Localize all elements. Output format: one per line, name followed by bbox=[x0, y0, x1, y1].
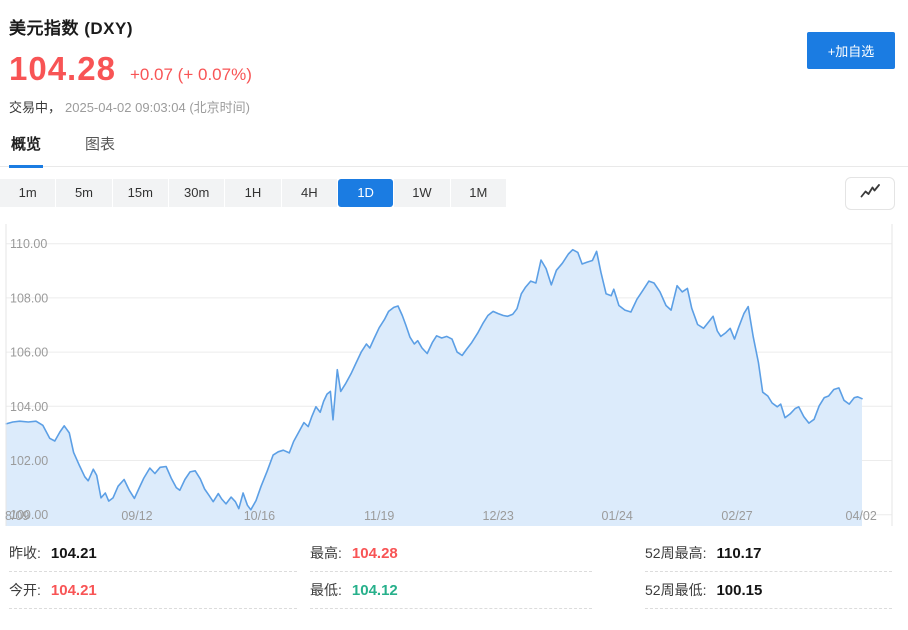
stats-column-1: 昨收: 104.21 今开: 104.21 bbox=[9, 535, 297, 609]
view-tabs: 概览 图表 bbox=[0, 133, 908, 167]
stat-value: 100.15 bbox=[716, 582, 762, 599]
svg-text:02/27: 02/27 bbox=[721, 509, 752, 523]
timeframe-1m-month[interactable]: 1M bbox=[451, 179, 506, 207]
stat-prev-close: 昨收: 104.21 bbox=[9, 535, 297, 572]
tab-overview[interactable]: 概览 bbox=[9, 133, 43, 168]
add-watchlist-button[interactable]: +加自选 bbox=[807, 32, 895, 69]
timeframe-1d[interactable]: 1D bbox=[338, 179, 393, 207]
stat-52w-high: 52周最高: 110.17 bbox=[645, 535, 892, 572]
price-change: +0.07 (+ 0.07%) bbox=[130, 65, 252, 85]
dxy-area-chart[interactable]: 110.00108.00106.00104.00102.00100.008/09… bbox=[0, 224, 894, 526]
svg-text:102.00: 102.00 bbox=[10, 454, 48, 468]
timeframe-4h[interactable]: 4H bbox=[282, 179, 337, 207]
timeframe-1m[interactable]: 1m bbox=[0, 179, 55, 207]
svg-text:8/09: 8/09 bbox=[5, 509, 29, 523]
stat-value: 104.28 bbox=[352, 545, 398, 562]
stat-value: 104.12 bbox=[352, 582, 398, 599]
stats-column-3: 52周最高: 110.17 52周最低: 100.15 bbox=[645, 535, 892, 609]
stat-label: 52周最高: bbox=[645, 543, 706, 563]
timeframe-5m[interactable]: 5m bbox=[56, 179, 111, 207]
stat-label: 最高: bbox=[310, 543, 342, 563]
stat-value: 104.21 bbox=[51, 545, 97, 562]
trading-status: 交易中， bbox=[9, 100, 61, 115]
stat-value: 104.21 bbox=[51, 582, 97, 599]
timeframe-1h[interactable]: 1H bbox=[225, 179, 280, 207]
svg-text:09/12: 09/12 bbox=[121, 509, 152, 523]
stat-high: 最高: 104.28 bbox=[310, 535, 592, 572]
stat-open: 今开: 104.21 bbox=[9, 572, 297, 609]
quote-timestamp: 2025-04-02 09:03:04 (北京时间) bbox=[65, 100, 250, 115]
stat-label: 最低: bbox=[310, 580, 342, 600]
timeframe-row: 1m 5m 15m 30m 1H 4H 1D 1W 1M bbox=[0, 179, 908, 207]
svg-text:11/19: 11/19 bbox=[364, 509, 394, 523]
last-price: 104.28 bbox=[9, 50, 116, 88]
timeframe-1w[interactable]: 1W bbox=[394, 179, 449, 207]
stat-low: 最低: 104.12 bbox=[310, 572, 592, 609]
timeframe-bar: 1m 5m 15m 30m 1H 4H 1D 1W 1M bbox=[0, 179, 506, 207]
status-row: 交易中， 2025-04-02 09:03:04 (北京时间) bbox=[9, 97, 894, 116]
page-title: 美元指数 (DXY) bbox=[9, 14, 894, 39]
stat-label: 今开: bbox=[9, 580, 41, 600]
line-chart-icon bbox=[860, 184, 881, 204]
stats-column-2: 最高: 104.28 最低: 104.12 bbox=[310, 535, 592, 609]
svg-text:01/24: 01/24 bbox=[602, 509, 633, 523]
svg-text:104.00: 104.00 bbox=[10, 400, 48, 414]
svg-text:108.00: 108.00 bbox=[10, 291, 48, 305]
svg-text:04/02: 04/02 bbox=[846, 509, 877, 523]
stat-label: 52周最低: bbox=[645, 580, 706, 600]
stat-52w-low: 52周最低: 100.15 bbox=[645, 572, 892, 609]
timeframe-15m[interactable]: 15m bbox=[113, 179, 168, 207]
stat-value: 110.17 bbox=[716, 545, 761, 562]
tab-chart[interactable]: 图表 bbox=[83, 133, 117, 166]
dxy-overview-page: 美元指数 (DXY) 104.28 +0.07 (+ 0.07%) 交易中， 20… bbox=[0, 0, 908, 630]
stat-label: 昨收: bbox=[9, 543, 41, 563]
svg-text:110.00: 110.00 bbox=[10, 237, 47, 251]
svg-text:12/23: 12/23 bbox=[483, 509, 514, 523]
svg-text:10/16: 10/16 bbox=[244, 509, 275, 523]
quote-header: 美元指数 (DXY) 104.28 +0.07 (+ 0.07%) 交易中， 20… bbox=[0, 0, 908, 116]
chart-style-toggle-button[interactable] bbox=[845, 177, 895, 210]
timeframe-30m[interactable]: 30m bbox=[169, 179, 224, 207]
svg-text:106.00: 106.00 bbox=[10, 346, 48, 360]
price-row: 104.28 +0.07 (+ 0.07%) bbox=[9, 50, 894, 88]
quote-stats: 昨收: 104.21 今开: 104.21 最高: 104.28 最低: 104… bbox=[0, 535, 908, 615]
